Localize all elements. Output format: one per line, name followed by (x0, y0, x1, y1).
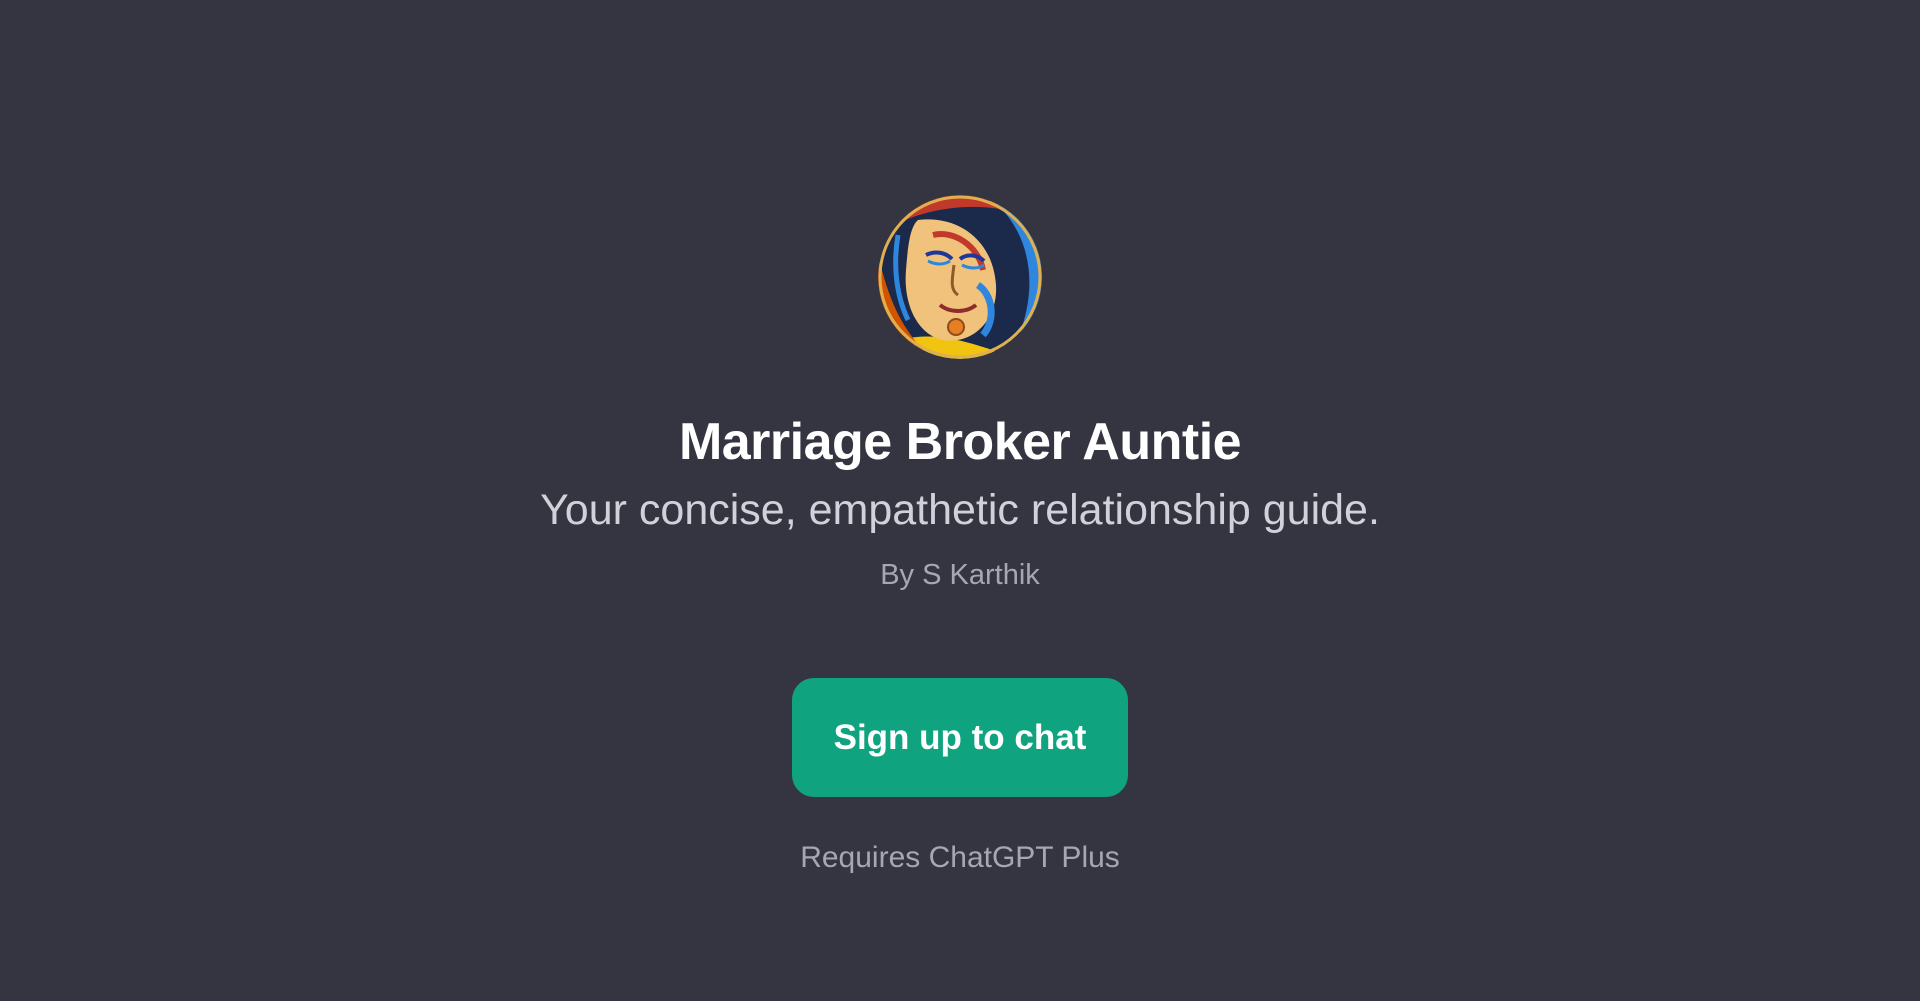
gpt-avatar-icon (878, 195, 1042, 359)
sign-up-to-chat-button[interactable]: Sign up to chat (792, 678, 1128, 797)
gpt-description: Your concise, empathetic relationship gu… (540, 486, 1380, 534)
gpt-landing-page: Marriage Broker Auntie Your concise, emp… (0, 0, 1920, 1001)
gpt-title: Marriage Broker Auntie (678, 413, 1242, 471)
requires-plus-note: Requires ChatGPT Plus (800, 841, 1120, 874)
gpt-author: By S Karthik (880, 559, 1040, 591)
sign-up-button-label: Sign up to chat (833, 717, 1087, 757)
